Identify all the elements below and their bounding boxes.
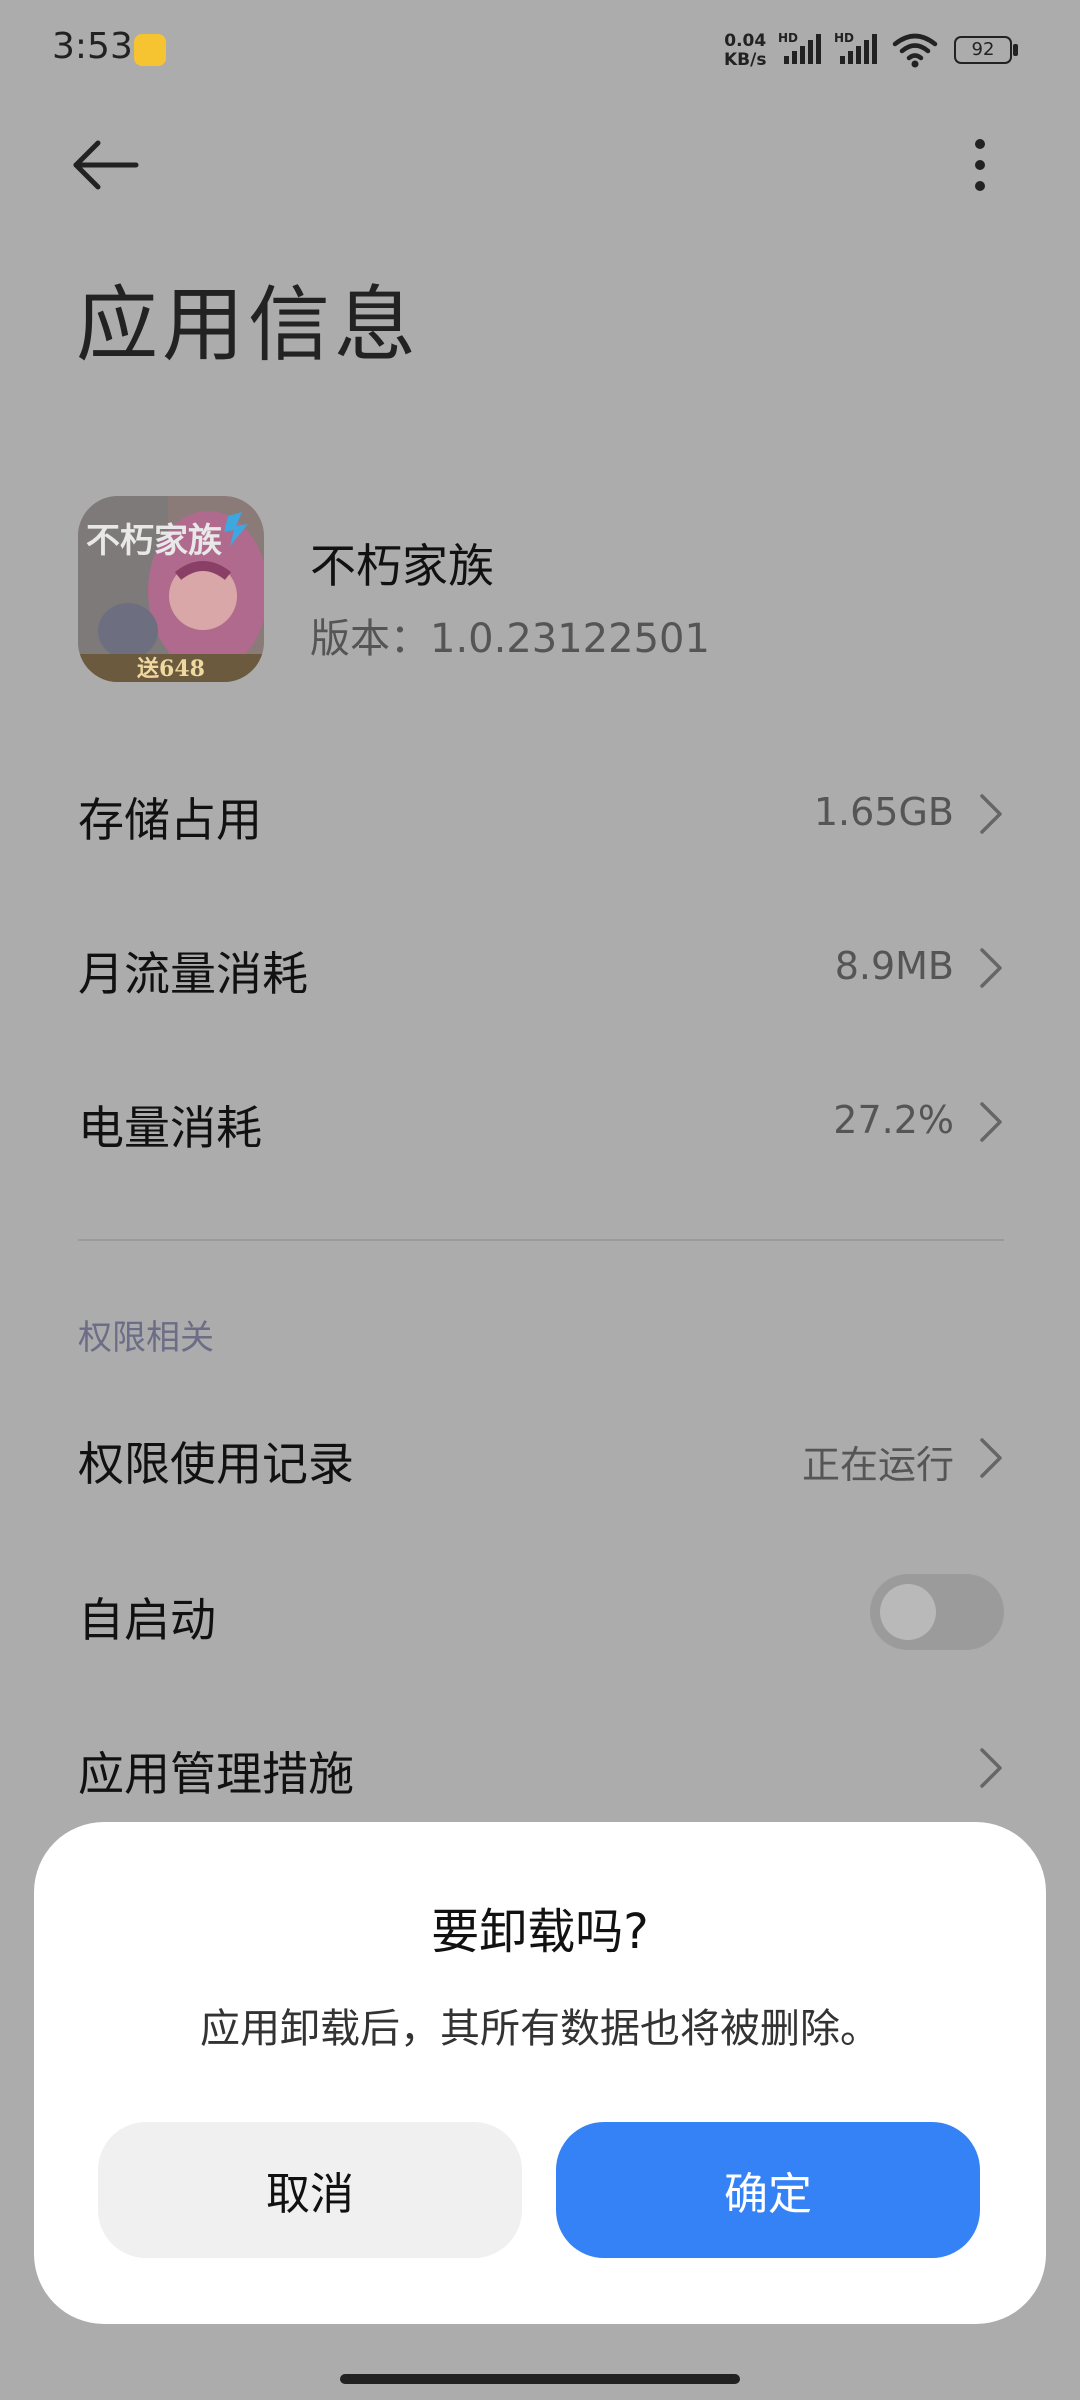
- app-icon: 送648 不朽家族: [78, 496, 264, 682]
- home-indicator[interactable]: [340, 2374, 740, 2384]
- divider: [78, 1239, 1004, 1241]
- confirm-button[interactable]: 确定: [556, 2122, 980, 2258]
- battery-tip: [1013, 44, 1018, 56]
- network-speed: 0.04 KB/s: [724, 32, 766, 70]
- battery-usage-row[interactable]: 电量消耗 27.2%: [78, 1064, 1004, 1174]
- permission-usage-value: 正在运行: [801, 1443, 954, 1487]
- app-name: 不朽家族: [310, 539, 494, 593]
- data-usage-row[interactable]: 月流量消耗 8.9MB: [78, 910, 1004, 1020]
- more-vertical-icon: [975, 139, 985, 191]
- permission-usage-label: 权限使用记录: [78, 1437, 354, 1491]
- page-title: 应用信息: [76, 278, 421, 373]
- status-time: 3:53: [52, 26, 133, 67]
- dialog-title: 要卸载吗?: [431, 1904, 649, 1960]
- autostart-toggle[interactable]: [870, 1574, 1004, 1650]
- app-management-row[interactable]: 应用管理措施: [78, 1710, 1004, 1820]
- wifi-icon: [892, 33, 938, 68]
- autostart-label: 自启动: [78, 1593, 216, 1647]
- battery-usage-label: 电量消耗: [78, 1101, 262, 1155]
- more-options-button[interactable]: [960, 130, 1000, 200]
- network-speed-value: 0.04: [724, 31, 767, 51]
- cancel-button[interactable]: 取消: [98, 2122, 522, 2258]
- notification-icon: [134, 34, 166, 66]
- chevron-right-icon: [980, 1102, 1002, 1142]
- chevron-right-icon: [980, 794, 1002, 834]
- status-bar: 3:53 0.04 KB/s HD HD 92: [0, 0, 1080, 100]
- chevron-right-icon: [980, 1438, 1002, 1478]
- signal-hd-label: HD: [778, 31, 798, 45]
- data-usage-label: 月流量消耗: [78, 947, 308, 1001]
- storage-value: 1.65GB: [813, 790, 954, 834]
- uninstall-dialog: 要卸载吗? 应用卸载后，其所有数据也将被删除。 取消 确定: [34, 1822, 1046, 2324]
- battery-indicator: 92: [954, 36, 1012, 64]
- autostart-row: 自启动: [78, 1556, 1004, 1666]
- battery-usage-value: 27.2%: [833, 1098, 954, 1142]
- storage-row[interactable]: 存储占用 1.65GB: [78, 756, 1004, 866]
- app-icon-caption: 送648: [137, 656, 205, 682]
- data-usage-value: 8.9MB: [834, 944, 954, 988]
- signal-hd-label-2: HD: [834, 31, 854, 45]
- network-speed-unit: KB/s: [724, 50, 767, 70]
- chevron-right-icon: [980, 1748, 1002, 1788]
- toggle-knob: [880, 1584, 936, 1640]
- storage-label: 存储占用: [78, 793, 262, 847]
- permission-usage-row[interactable]: 权限使用记录 正在运行: [78, 1400, 1004, 1510]
- section-title-permissions: 权限相关: [78, 1318, 214, 1358]
- signal-icon: HD: [778, 31, 821, 64]
- app-management-label: 应用管理措施: [78, 1747, 354, 1801]
- back-button[interactable]: [66, 130, 150, 200]
- app-icon-title: 不朽家族: [86, 521, 222, 561]
- app-version: 版本：1.0.23122501: [310, 616, 710, 662]
- chevron-right-icon: [980, 948, 1002, 988]
- arrow-left-icon: [73, 140, 139, 190]
- signal-icon-2: HD: [834, 31, 877, 64]
- dialog-message: 应用卸载后，其所有数据也将被删除。: [200, 2006, 880, 2052]
